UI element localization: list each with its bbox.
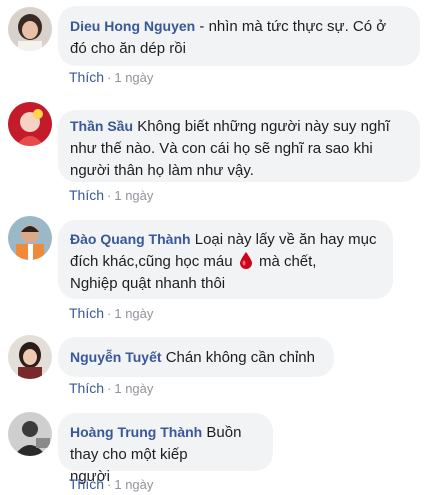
blood-drop-icon [239, 251, 253, 269]
avatar[interactable] [8, 7, 52, 51]
comment-time[interactable]: 1 ngày [114, 188, 153, 203]
like-button[interactable]: Thích [69, 476, 104, 492]
avatar-photo-icon [8, 102, 52, 146]
avatar-photo-icon [8, 412, 52, 456]
comment-author[interactable]: Đào Quang Thành [70, 231, 191, 247]
comment-text: Nghiệp quật nhanh thôi [70, 275, 226, 292]
comment-author[interactable]: Dieu Hong Nguyen [70, 18, 195, 34]
comment-actions: Thích · 1 ngày [69, 476, 153, 492]
comment-text: mà chết, [258, 253, 317, 270]
comment-actions: Thích · 1 ngày [69, 69, 153, 85]
comment-bubble: Nguyễn Tuyết Chán không cần chỉnh [58, 337, 334, 377]
like-button[interactable]: Thích [69, 69, 104, 85]
comment-bubble: Hoàng Trung Thành Buồn thay cho một kiếp… [58, 413, 273, 485]
avatar-photo-icon [8, 216, 52, 260]
avatar-photo-icon [8, 7, 52, 51]
comment-time[interactable]: 1 ngày [114, 477, 153, 492]
comment-text: đích khác,cũng học máu [70, 253, 233, 270]
avatar[interactable] [8, 216, 52, 260]
comment-text: - nhìn mà tức thực sự. Có ở [199, 18, 387, 35]
comment-text: Không biết những người này suy nghĩ [137, 118, 390, 135]
comment-time[interactable]: 1 ngày [114, 381, 153, 396]
comment-text: đó cho ăn dép rồi [70, 40, 186, 57]
comment-time[interactable]: 1 ngày [114, 70, 153, 85]
comment-actions: Thích · 1 ngày [69, 380, 153, 396]
comment-text: như thế nào. Và con cái họ sẽ nghĩ ra sa… [70, 140, 373, 157]
comment-actions: Thích · 1 ngày [69, 187, 153, 203]
comment-time[interactable]: 1 ngày [114, 306, 153, 321]
comment-bubble: Dieu Hong Nguyen - nhìn mà tức thực sự. … [58, 6, 420, 66]
separator: · [107, 306, 112, 321]
avatar[interactable] [8, 412, 52, 456]
comment-text: Loại này lấy về ăn hay mục [194, 231, 377, 248]
comment-author[interactable]: Thần Sầu [70, 118, 133, 134]
comment-actions: Thích · 1 ngày [69, 305, 153, 321]
comment-text: người thân họ làm như vậy. [70, 162, 254, 179]
comment-text: Chán không cần chỉnh [165, 349, 315, 366]
separator: · [107, 477, 112, 492]
avatar[interactable] [8, 335, 52, 379]
separator: · [107, 381, 112, 396]
avatar-photo-icon [8, 335, 52, 379]
separator: · [107, 70, 112, 85]
like-button[interactable]: Thích [69, 305, 104, 321]
comment-author[interactable]: Nguyễn Tuyết [70, 349, 162, 365]
comment-bubble: Đào Quang Thành Loại này lấy về ăn hay m… [58, 220, 393, 299]
like-button[interactable]: Thích [69, 380, 104, 396]
comment-author[interactable]: Hoàng Trung Thành [70, 424, 202, 440]
separator: · [107, 188, 112, 203]
comment-bubble: Thần Sầu Không biết những người này suy … [58, 110, 420, 182]
avatar[interactable] [8, 102, 52, 146]
like-button[interactable]: Thích [69, 187, 104, 203]
